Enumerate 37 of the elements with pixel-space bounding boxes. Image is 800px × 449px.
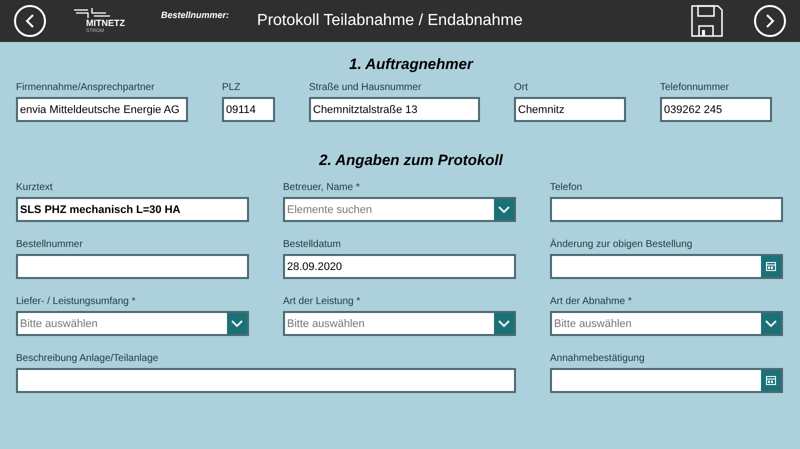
field-label: Kurztext [16, 181, 54, 195]
input-field[interactable] [16, 254, 249, 279]
section-heading: 2. Angaben zum Protokoll [318, 151, 504, 171]
field-label: Liefer- / Leistungsumfang * [16, 295, 137, 309]
section-heading: 1. Auftragnehmer [348, 55, 474, 75]
forward-button[interactable] [754, 5, 786, 37]
input-field[interactable]: envia Mitteldeutsche Energie AG [16, 97, 188, 122]
input-field[interactable]: Chemnitztalstraße 13 [309, 97, 480, 122]
field-label: Beschreibung Anlage/Teilanlage [16, 352, 160, 366]
field-label: Ort [514, 81, 529, 95]
input-field[interactable] [550, 197, 783, 222]
field-label: Bestellnummer [16, 238, 84, 252]
input-field[interactable] [16, 368, 516, 393]
field-label: Art der Abnahme * [550, 295, 633, 309]
logo-mark-icon [72, 8, 112, 18]
logo-text: MITNETZ [86, 18, 125, 28]
field-label: PLZ [222, 81, 242, 95]
input-field[interactable]: 039262 245 [660, 97, 772, 122]
chevron-right-icon [765, 14, 775, 28]
input-field[interactable]: SLS PHZ mechanisch L=30 HA [16, 197, 249, 222]
field-label: Bestelldatum [283, 238, 342, 252]
input-field[interactable]: 09114 [222, 97, 275, 122]
page-title: Protokoll Teilabnahme / Endabnahme [257, 11, 523, 31]
input-field[interactable]: Chemnitz [514, 97, 626, 122]
order-number-label: Bestellnummer: [161, 9, 230, 22]
field-label: Art der Leistung * [283, 295, 362, 309]
back-button[interactable] [14, 5, 46, 37]
field-label: Annahmebestätigung [550, 352, 646, 366]
field-label: Telefonnummer [660, 81, 730, 95]
field-label: Straße und Hausnummer [309, 81, 422, 95]
field-label: Telefon [550, 181, 584, 195]
chevron-left-icon [25, 14, 35, 28]
field-label: Betreuer, Name * [283, 181, 361, 195]
field-label: Firmennahme/Ansprechpartner [16, 81, 156, 95]
field-label: Änderung zur obigen Bestellung [550, 238, 694, 252]
save-button[interactable] [690, 4, 724, 38]
input-field[interactable]: 28.09.2020 [283, 254, 516, 279]
